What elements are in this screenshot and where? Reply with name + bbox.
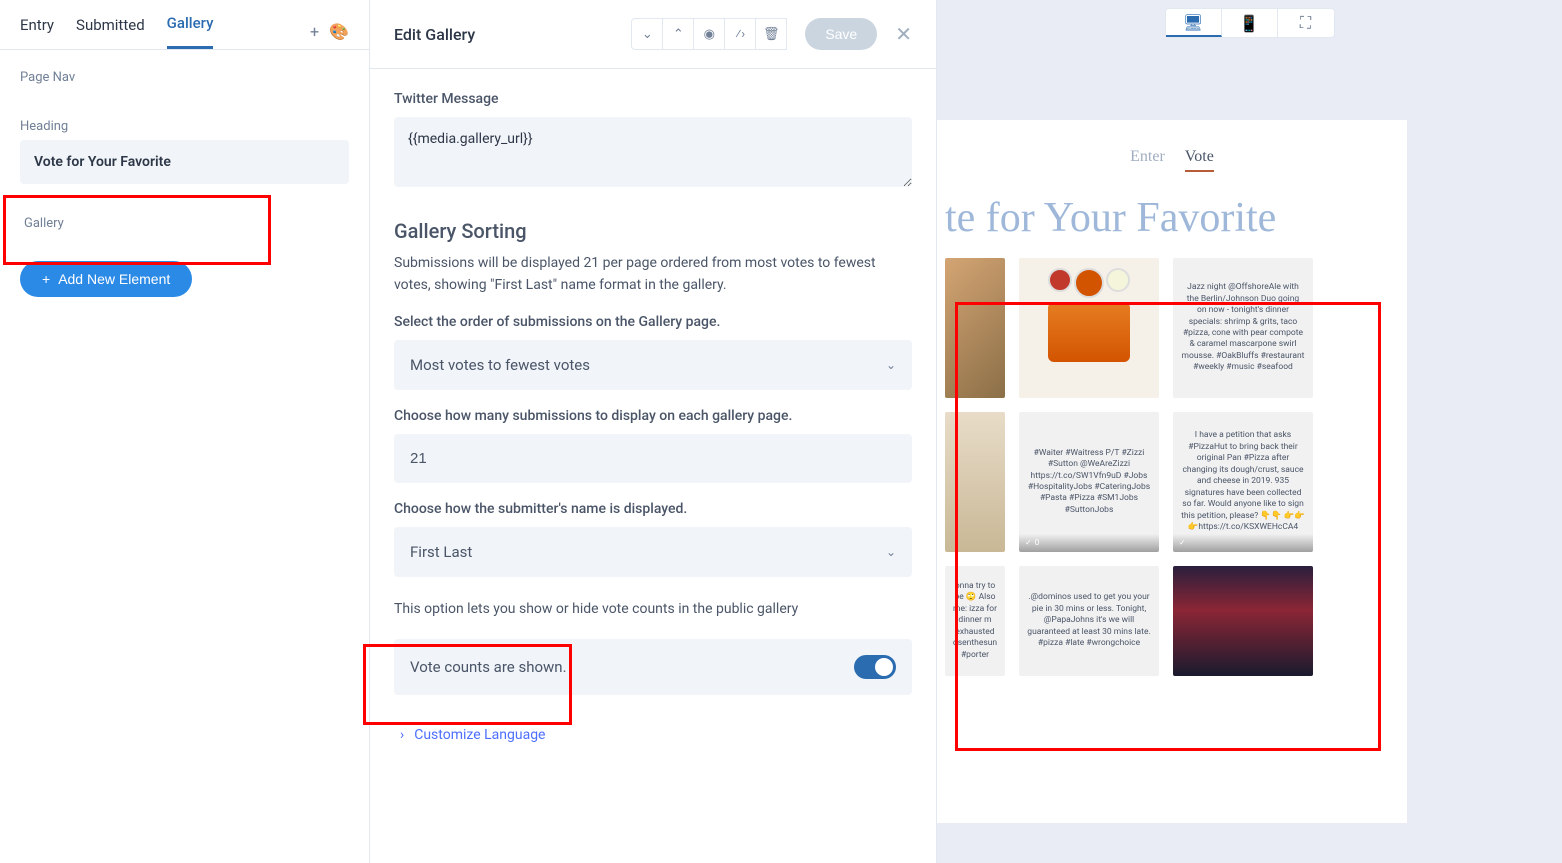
- gallery-card[interactable]: [1019, 258, 1159, 398]
- order-label: Select the order of submissions on the G…: [394, 314, 912, 330]
- vote-count-toggle[interactable]: [854, 655, 896, 679]
- builder-tabs: Entry Submitted Gallery + 🎨: [0, 0, 369, 50]
- preview-frame: Enter Vote te for Your Favorite Jazz nig…: [937, 120, 1407, 823]
- device-switcher: 🖥 📱 ⛶: [1165, 8, 1335, 38]
- visibility-button[interactable]: ◉: [693, 18, 725, 50]
- customize-language-link[interactable]: › Customize Language: [394, 713, 912, 757]
- chevron-down-icon: ⌄: [642, 27, 653, 42]
- chevron-up-icon: ⌃: [673, 27, 684, 42]
- plus-icon: +: [42, 271, 50, 287]
- gallery-sorting-title: Gallery Sorting: [394, 219, 912, 243]
- tab-submitted[interactable]: Submitted: [76, 16, 145, 48]
- vote-count-desc: This option lets you show or hide vote c…: [394, 599, 912, 621]
- close-icon: ✕: [895, 22, 912, 46]
- chevron-down-icon: ⌄: [886, 545, 896, 559]
- order-select[interactable]: Most votes to fewest votes ⌄: [394, 340, 912, 390]
- gallery-card[interactable]: #Waiter #Waitress P/T #Zizzi #Sutton @We…: [1019, 412, 1159, 552]
- left-sidebar: Entry Submitted Gallery + 🎨 Page Nav Hea…: [0, 0, 370, 863]
- preview-heading: te for Your Favorite: [937, 194, 1407, 242]
- preview-tab-vote[interactable]: Vote: [1185, 148, 1214, 172]
- chevron-right-icon: ›: [400, 727, 404, 743]
- trash-icon: 🗑: [763, 27, 780, 42]
- preview-area: 🖥 📱 ⛶ https://woobox.com/yzif5t Enter Vo…: [937, 0, 1562, 863]
- desktop-icon: 🖥: [1183, 13, 1203, 32]
- mobile-icon: 📱: [1239, 14, 1259, 33]
- heading-label: Heading: [20, 119, 349, 134]
- code-icon: ⁄›: [735, 27, 745, 42]
- heading-element[interactable]: Vote for Your Favorite: [20, 140, 349, 184]
- device-fullscreen[interactable]: ⛶: [1278, 9, 1334, 37]
- gallery-card[interactable]: .@dominos used to get you your pie in 30…: [1019, 566, 1159, 676]
- gallery-card[interactable]: onna try to be 🙄 Also me: izza for dinne…: [945, 566, 1005, 676]
- move-up-button[interactable]: ⌃: [662, 18, 694, 50]
- name-format-select[interactable]: First Last ⌄: [394, 527, 912, 577]
- check-icon: ✓: [1025, 538, 1032, 549]
- code-button[interactable]: ⁄›: [724, 18, 756, 50]
- gallery-card[interactable]: [1173, 566, 1313, 676]
- move-down-button[interactable]: ⌄: [631, 18, 663, 50]
- gallery-grid: Jazz night @OffshoreAle with the Berlin/…: [937, 258, 1407, 676]
- device-desktop[interactable]: 🖥: [1166, 9, 1222, 37]
- gallery-element[interactable]: Gallery: [20, 196, 349, 251]
- delete-button[interactable]: 🗑: [755, 18, 787, 50]
- tab-gallery[interactable]: Gallery: [167, 14, 214, 49]
- perpage-label: Choose how many submissions to display o…: [394, 408, 912, 424]
- twitter-message-label: Twitter Message: [394, 91, 912, 107]
- globe-icon: ◉: [704, 27, 715, 42]
- save-button[interactable]: Save: [805, 18, 877, 50]
- palette-icon[interactable]: 🎨: [329, 22, 349, 41]
- device-mobile[interactable]: 📱: [1222, 9, 1278, 37]
- gallery-card[interactable]: [945, 258, 1005, 398]
- name-format-label: Choose how the submitter's name is displ…: [394, 501, 912, 517]
- gallery-sorting-desc: Submissions will be displayed 21 per pag…: [394, 253, 912, 296]
- page-nav-label: Page Nav: [20, 70, 349, 85]
- gallery-card[interactable]: I have a petition that asks #PizzaHut to…: [1173, 412, 1313, 552]
- gallery-card[interactable]: [945, 412, 1005, 552]
- gallery-card[interactable]: Jazz night @OffshoreAle with the Berlin/…: [1173, 258, 1313, 398]
- expand-icon: ⛶: [1300, 13, 1311, 33]
- twitter-message-input[interactable]: {{media.gallery_url}}: [394, 117, 912, 187]
- perpage-input[interactable]: [394, 434, 912, 483]
- check-icon: ✓: [1179, 538, 1186, 549]
- tab-entry[interactable]: Entry: [20, 16, 54, 48]
- chevron-down-icon: ⌄: [886, 358, 896, 372]
- close-button[interactable]: ✕: [895, 22, 912, 46]
- vote-count-toggle-row: Vote counts are shown.: [394, 639, 912, 695]
- preview-tab-enter[interactable]: Enter: [1130, 148, 1165, 172]
- add-new-element-button[interactable]: + Add New Element: [20, 261, 192, 297]
- editor-panel: Edit Gallery ⌄ ⌃ ◉ ⁄› 🗑 Save ✕ Twitter M…: [370, 0, 937, 863]
- editor-title: Edit Gallery: [394, 25, 475, 44]
- add-icon[interactable]: +: [310, 22, 319, 41]
